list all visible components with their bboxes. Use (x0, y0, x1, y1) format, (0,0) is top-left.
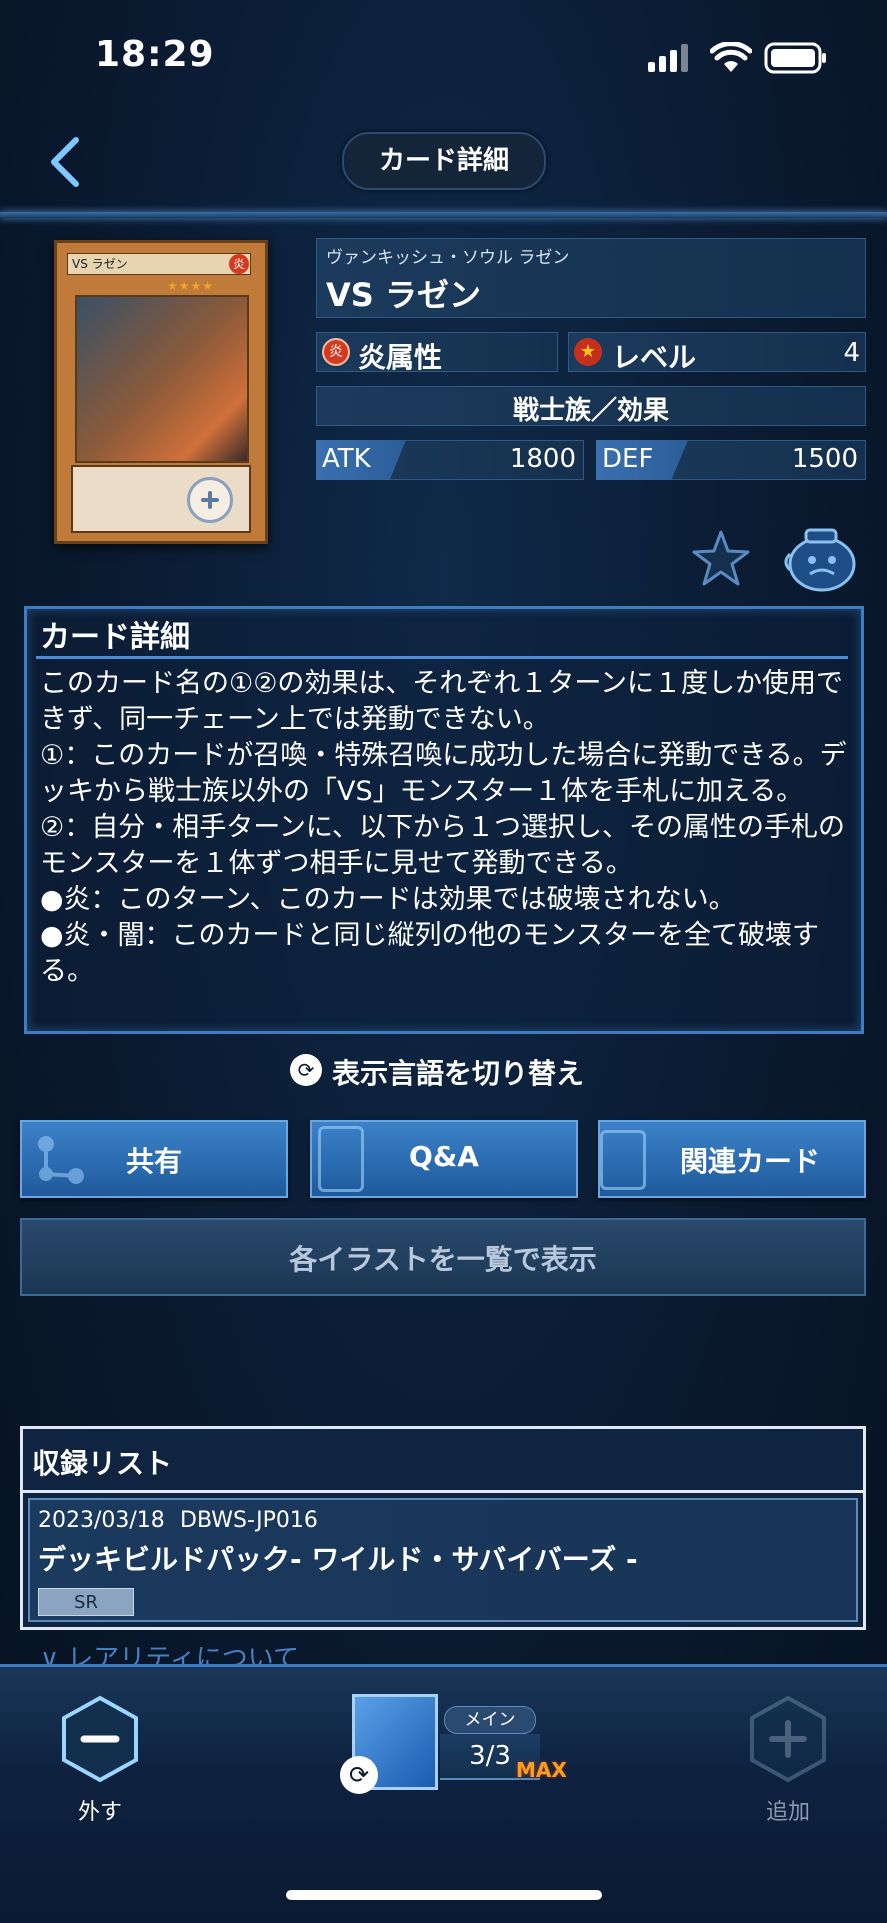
rarity-badge: SR (38, 1588, 134, 1616)
plus-hexagon-icon (750, 1695, 826, 1783)
swap-icon: ⟳ (290, 1054, 322, 1086)
card-name: VS ラゼン (326, 276, 481, 314)
level-value: 4 (843, 338, 860, 368)
minus-hexagon-icon (62, 1695, 138, 1783)
description-heading: カード詳細 (40, 620, 190, 655)
card-effect-text: このカード名の①②の効果は、それぞれ１ターンに１度しか使用できず、同一チェーン上… (40, 668, 847, 987)
language-toggle-label: 表示言語を切り替え (332, 1057, 585, 1090)
atk-value: 1800 (509, 444, 576, 474)
status-time: 18:29 (95, 34, 215, 75)
release-date: 2023/03/18 (38, 1508, 165, 1533)
card-image-name: VS ラゼン (67, 253, 251, 275)
remove-button[interactable] (58, 1694, 142, 1784)
def-value: 1500 (791, 444, 858, 474)
level-label: レベル (612, 341, 697, 374)
back-button[interactable] (40, 132, 90, 192)
release-code: DBWS-JP016 (180, 1508, 318, 1533)
release-list-divider (20, 1490, 866, 1493)
card-image-attribute: 炎 (229, 254, 249, 274)
show-illustrations-label: 各イラストを一覧で表示 (289, 1243, 597, 1276)
wifi-icon (710, 42, 752, 72)
deck-name: メイン (444, 1706, 536, 1734)
atk-label: ATK (322, 444, 371, 474)
attribute-label: 炎属性 (358, 341, 443, 374)
battery-icon (764, 42, 826, 74)
signal-icon (648, 44, 688, 72)
card-image[interactable]: VS ラゼン 炎 ★★★★ (54, 240, 268, 544)
card-name-ruby: ヴァンキッシュ・ソウル ラゼン (326, 248, 570, 268)
add-label: 追加 (765, 1800, 810, 1825)
favorite-star-icon[interactable] (690, 528, 752, 590)
remove-label: 外す (77, 1800, 122, 1825)
deck-switch-icon[interactable]: ⟳ (340, 1756, 378, 1794)
level-star-icon: ★ (574, 338, 602, 366)
monster-type: 戦士族／効果 (512, 396, 669, 426)
page-title: カード詳細 (342, 132, 546, 190)
def-label: DEF (602, 444, 654, 474)
max-badge: MAX (516, 1758, 567, 1782)
header-divider (0, 212, 887, 218)
release-pack-name: デッキビルドパック- ワイルド・サバイバーズ - (38, 1543, 638, 1576)
add-button[interactable] (746, 1694, 830, 1784)
release-list-heading: 収録リスト (32, 1447, 173, 1480)
related-cards-label: 関連カード (679, 1145, 820, 1178)
fire-attribute-icon: 炎 (322, 338, 350, 366)
description-divider (36, 656, 848, 659)
qa-label: Q&A (409, 1140, 479, 1173)
home-indicator[interactable] (286, 1890, 602, 1900)
card-artwork (75, 295, 249, 463)
chevron-left-icon (51, 137, 79, 187)
card-image-stars: ★★★★ (167, 279, 215, 293)
zoom-in-icon[interactable] (187, 477, 233, 523)
pot-of-greed-icon[interactable] (780, 524, 858, 594)
share-label: 共有 (125, 1145, 182, 1178)
